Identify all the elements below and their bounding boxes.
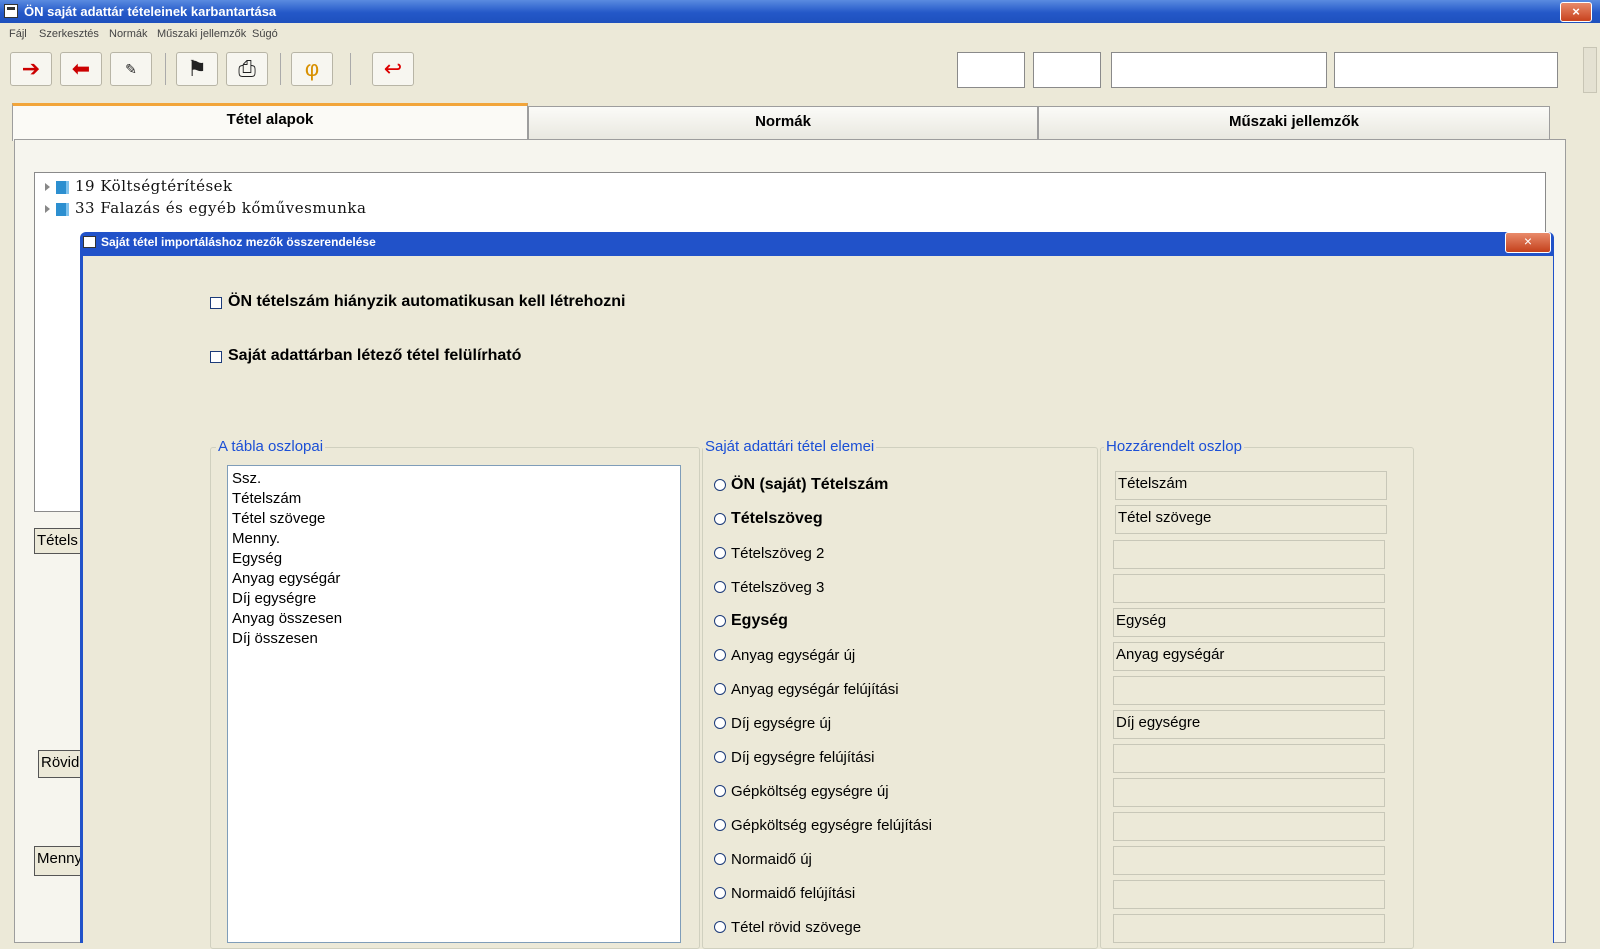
menu-file[interactable]: Fájl	[9, 28, 27, 40]
assigned-field[interactable]	[1113, 914, 1385, 943]
dialog-title: Saját tétel importáláshoz mezők összeren…	[101, 235, 376, 249]
radio-label: Egység	[731, 612, 788, 629]
assigned-field[interactable]: Tételszám	[1115, 471, 1387, 500]
list-item[interactable]: Anyag összesen	[232, 610, 342, 627]
back-arrow-icon[interactable]: ↩	[372, 52, 414, 86]
radio-machine-cost-new[interactable]	[714, 785, 726, 797]
list-item[interactable]: Tételszám	[232, 490, 301, 507]
table-columns-list[interactable]: Ssz. Tételszám Tétel szövege Menny. Egys…	[227, 465, 681, 943]
assigned-field[interactable]	[1113, 574, 1385, 603]
toolbar-field-2[interactable]	[1033, 52, 1101, 88]
assigned-field[interactable]	[1113, 676, 1385, 705]
radio-label: Díj egységre felújítási	[731, 749, 875, 766]
radio-label: Tétel rövid szövege	[731, 919, 862, 936]
radio-unit[interactable]	[714, 615, 726, 627]
radio-item-text-2[interactable]	[714, 547, 726, 559]
table-columns-legend: A tábla oszlopai	[216, 438, 326, 455]
toolbar-separator	[280, 53, 281, 85]
scrollbar[interactable]	[1583, 47, 1597, 93]
tab-norms[interactable]: Normák	[528, 106, 1038, 139]
dialog-icon	[83, 236, 96, 248]
flag-icon[interactable]: ⚑	[176, 52, 218, 86]
overwrite-checkbox[interactable]	[210, 351, 222, 363]
assigned-field[interactable]	[1113, 540, 1385, 569]
list-item[interactable]: Díj összesen	[232, 630, 318, 647]
item-elements-legend: Saját adattári tétel elemei	[703, 438, 877, 455]
book-icon	[56, 202, 69, 216]
list-item[interactable]: Ssz.	[232, 470, 261, 487]
tab-technical[interactable]: Műszaki jellemzők	[1038, 106, 1550, 139]
assigned-field[interactable]	[1113, 846, 1385, 875]
radio-label: Gépköltség egységre felújítási	[731, 817, 932, 834]
radio-label: ÖN (saját) Tételszám	[731, 476, 889, 493]
radio-label: Gépköltség egységre új	[731, 783, 889, 800]
radio-norm-time-new[interactable]	[714, 853, 726, 865]
export-arrow-icon[interactable]: ⬅	[60, 52, 102, 86]
toolbar: ➔ ⬅ ✎ ⚑ ⎙ φ ↩	[0, 47, 1600, 91]
radio-item-text-3[interactable]	[714, 581, 726, 593]
radio-label: Tételszöveg 3	[731, 579, 825, 596]
menu-technical[interactable]: Műszaki jellemzők	[157, 28, 246, 40]
dialog-close-button[interactable]: ×	[1505, 232, 1551, 253]
tree-item[interactable]: 33 Falazás és egyéb kőművesmunka	[45, 199, 366, 217]
list-item[interactable]: Díj egységre	[232, 590, 316, 607]
assigned-field[interactable]: Anyag egységár	[1113, 642, 1385, 671]
list-item[interactable]: Menny.	[232, 530, 280, 547]
assigned-column-legend: Hozzárendelt oszlop	[1104, 438, 1244, 455]
overwrite-label: Saját adattárban létező tétel felülírhat…	[228, 347, 522, 364]
menu-norms[interactable]: Normák	[109, 28, 148, 40]
auto-create-number-checkbox[interactable]	[210, 297, 222, 309]
list-item[interactable]: Tétel szövege	[232, 510, 325, 527]
printer-icon[interactable]: ⎙	[226, 52, 268, 86]
import-arrow-icon[interactable]: ➔	[10, 52, 52, 86]
phi-icon[interactable]: φ	[291, 52, 333, 86]
radio-label: Anyag egységár új	[731, 647, 856, 664]
toolbar-separator	[350, 53, 351, 85]
radio-item-text[interactable]	[714, 513, 726, 525]
window-close-button[interactable]: ×	[1560, 2, 1592, 22]
radio-material-price-renov[interactable]	[714, 683, 726, 695]
menu-edit[interactable]: Szerkesztés	[39, 28, 99, 40]
toolbar-field-4[interactable]	[1334, 52, 1558, 88]
toolbar-separator	[165, 53, 166, 85]
assigned-field[interactable]	[1113, 812, 1385, 841]
assigned-field[interactable]: Díj egységre	[1113, 710, 1385, 739]
radio-label: Anyag egységár felújítási	[731, 681, 899, 698]
radio-item-number[interactable]	[714, 479, 726, 491]
radio-machine-cost-renov[interactable]	[714, 819, 726, 831]
auto-create-number-label: ÖN tételszám hiányzik automatikusan kell…	[228, 293, 626, 310]
book-icon	[56, 180, 69, 194]
menu-help[interactable]: Súgó	[252, 28, 278, 40]
expand-icon[interactable]	[45, 183, 50, 191]
app-icon	[4, 4, 18, 18]
window-title: ÖN saját adattár tételeinek karbantartás…	[24, 4, 277, 19]
menu-bar: Fájl Szerkesztés Normák Műszaki jellemző…	[0, 25, 1600, 45]
window-titlebar: ÖN saját adattár tételeinek karbantartás…	[0, 0, 1600, 23]
tab-item-basics[interactable]: Tétel alapok	[12, 103, 528, 141]
assigned-field[interactable]	[1113, 744, 1385, 773]
radio-fee-new[interactable]	[714, 717, 726, 729]
radio-short-text[interactable]	[714, 921, 726, 933]
radio-label: Tételszöveg 2	[731, 545, 825, 562]
radio-label: Tételszöveg	[731, 510, 823, 527]
radio-material-price-new[interactable]	[714, 649, 726, 661]
tree-item-label: 33 Falazás és egyéb kőművesmunka	[75, 199, 367, 217]
radio-fee-renov[interactable]	[714, 751, 726, 763]
expand-icon[interactable]	[45, 205, 50, 213]
radio-label: Normaidő felújítási	[731, 885, 856, 902]
list-item[interactable]: Anyag egységár	[232, 570, 340, 587]
radio-label: Díj egységre új	[731, 715, 832, 732]
assigned-field[interactable]	[1113, 778, 1385, 807]
list-item[interactable]: Egység	[232, 550, 282, 567]
radio-label: Normaidő új	[731, 851, 812, 868]
tree-item[interactable]: 19 Költségtérítések	[45, 177, 233, 195]
toolbar-field-3[interactable]	[1111, 52, 1327, 88]
toolbar-field-1[interactable]	[957, 52, 1025, 88]
radio-norm-time-renov[interactable]	[714, 887, 726, 899]
assigned-field[interactable]: Egység	[1113, 608, 1385, 637]
assigned-field[interactable]	[1113, 880, 1385, 909]
eraser-icon[interactable]: ✎	[110, 52, 152, 86]
assigned-field[interactable]: Tétel szövege	[1115, 505, 1387, 534]
tree-item-label: 19 Költségtérítések	[75, 177, 233, 195]
